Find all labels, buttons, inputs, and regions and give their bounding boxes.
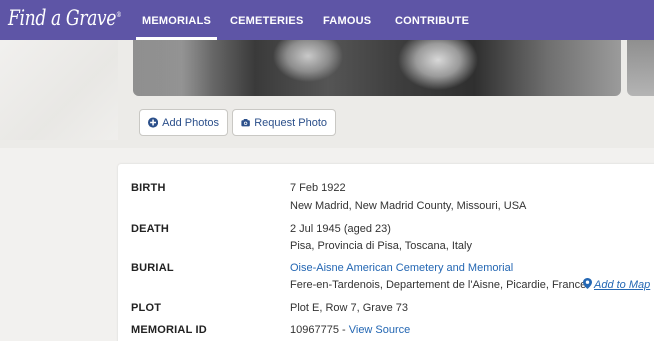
- add-photos-button[interactable]: Add Photos: [139, 109, 228, 136]
- top-nav: Find a Grave® MEMORIALS CEMETERIES FAMOU…: [0, 0, 654, 40]
- nav-cemeteries[interactable]: CEMETERIES: [230, 15, 304, 27]
- memorial-id-value: 10967775: [290, 324, 339, 336]
- death-place: Pisa, Provincia di Pisa, Toscana, Italy: [290, 240, 472, 252]
- memorial-details-card: [118, 164, 654, 341]
- burial-label: BURIAL: [131, 262, 174, 274]
- add-to-map-link[interactable]: Add to Map: [594, 279, 650, 291]
- background-ghost-image: [0, 40, 118, 140]
- nav-memorials[interactable]: MEMORIALS: [135, 15, 218, 40]
- birth-place: New Madrid, New Madrid County, Missouri,…: [290, 200, 527, 212]
- nav-famous[interactable]: FAMOUS: [323, 15, 371, 27]
- plus-circle-icon: [148, 117, 159, 128]
- death-label: DEATH: [131, 223, 170, 235]
- view-source-link[interactable]: View Source: [349, 324, 411, 336]
- plot-value: Plot E, Row 7, Grave 73: [290, 302, 408, 314]
- birth-date: 7 Feb 1922: [290, 182, 346, 194]
- birth-label: BIRTH: [131, 182, 166, 194]
- death-date: 2 Jul 1945 (aged 23): [290, 223, 391, 235]
- burial-cemetery-link[interactable]: Oise-Aisne American Cemetery and Memoria…: [290, 262, 513, 274]
- camera-icon: [241, 119, 250, 127]
- nav-contribute[interactable]: CONTRIBUTE: [395, 15, 469, 27]
- site-logo[interactable]: Find a Grave®: [8, 6, 122, 30]
- memorial-photo-next[interactable]: [627, 40, 654, 96]
- request-photo-label: Request Photo: [254, 116, 327, 129]
- memorial-id-separator: -: [338, 324, 349, 336]
- plot-label: PLOT: [131, 302, 162, 314]
- add-photos-label: Add Photos: [162, 116, 219, 129]
- memorial-id-label: MEMORIAL ID: [131, 324, 207, 336]
- memorial-photo[interactable]: [133, 40, 621, 96]
- request-photo-button[interactable]: Request Photo: [232, 109, 336, 136]
- burial-place: Fere-en-Tardenois, Departement de l'Aisn…: [290, 279, 587, 291]
- map-pin-icon[interactable]: [583, 278, 592, 289]
- memorial-id-row: 10967775 - View Source: [290, 324, 410, 336]
